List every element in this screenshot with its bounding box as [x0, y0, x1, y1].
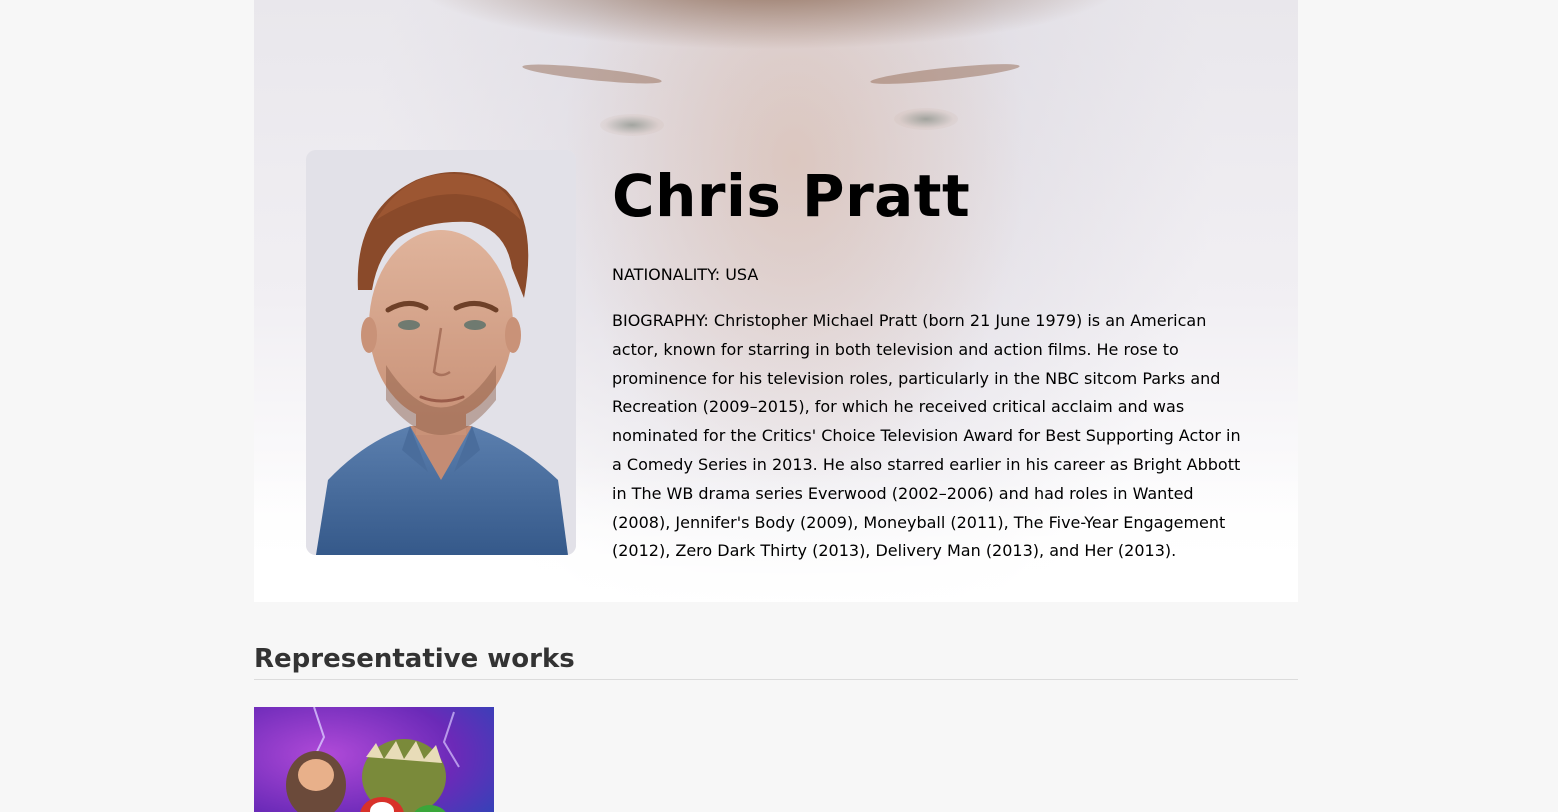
hero-background-eye-right	[894, 108, 958, 130]
representative-works-heading: Representative works	[254, 640, 1298, 680]
profile-info: Chris Pratt NATIONALITY: USA BIOGRAPHY: …	[612, 158, 1242, 566]
actor-portrait	[306, 150, 576, 555]
work-poster-image	[254, 707, 494, 812]
portrait-illustration	[306, 150, 576, 555]
hero-background-eye-left	[600, 114, 664, 136]
profile-hero: Chris Pratt NATIONALITY: USA BIOGRAPHY: …	[254, 0, 1298, 602]
hero-background-hair	[409, 0, 1129, 50]
actor-name: Chris Pratt	[612, 162, 971, 230]
actor-biography: BIOGRAPHY: Christopher Michael Pratt (bo…	[612, 311, 1241, 561]
actor-nationality: NATIONALITY: USA	[612, 265, 759, 284]
actor-profile-page: Chris Pratt NATIONALITY: USA BIOGRAPHY: …	[0, 0, 1558, 812]
work-card[interactable]	[254, 707, 494, 812]
